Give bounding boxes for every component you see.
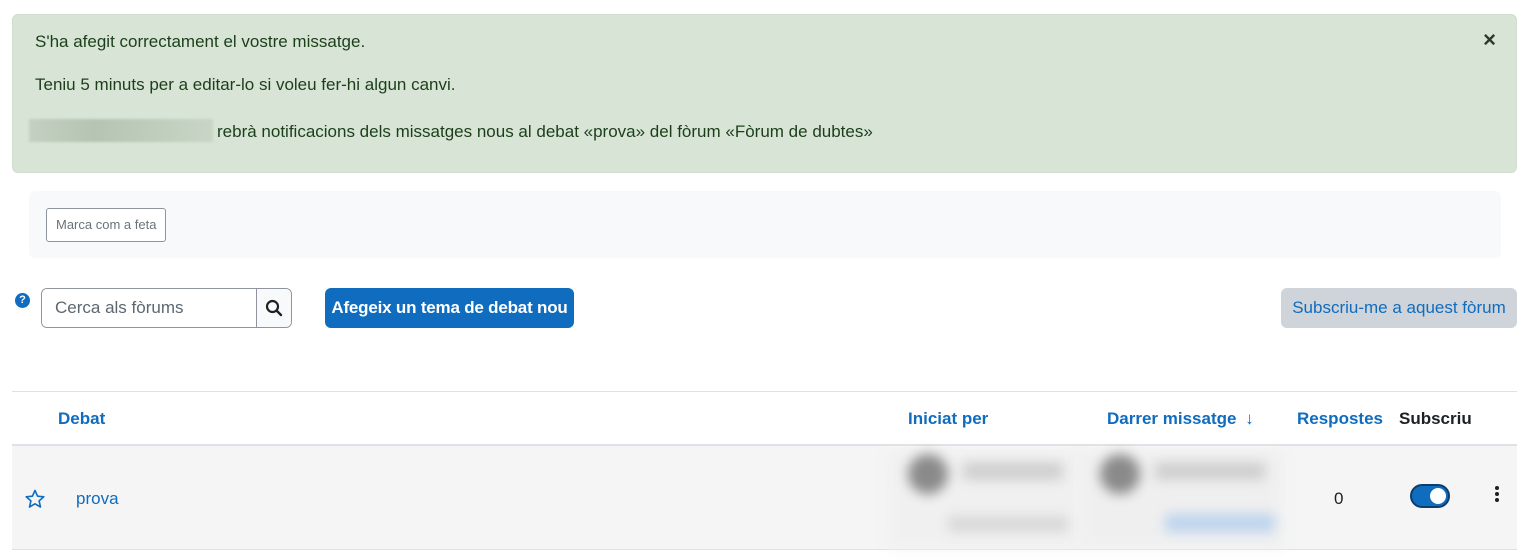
alert-notification-text: rebrà notificacions dels missatges nous … (217, 122, 873, 141)
alert-message-posted: S'ha afegit correctament el vostre missa… (35, 32, 366, 51)
header-discussion[interactable]: Debat (58, 409, 105, 429)
help-icon[interactable]: ? (15, 293, 30, 308)
redacted-last-post (1080, 452, 1282, 548)
star-icon[interactable] (25, 489, 45, 514)
redacted-user-name (29, 119, 213, 142)
header-last-post[interactable]: Darrer missatge ↓ (1107, 409, 1254, 429)
search-button[interactable] (256, 289, 291, 327)
header-replies[interactable]: Respostes (1297, 409, 1383, 429)
discussion-link[interactable]: prova (76, 489, 119, 509)
header-last-post-label: Darrer missatge (1107, 409, 1237, 428)
table-header: Debat Iniciat per Darrer missatge ↓ Resp… (12, 392, 1517, 446)
alert-message-notifications: rebrà notificacions dels missatges nous … (29, 119, 873, 142)
redacted-started-by (888, 452, 1078, 548)
subscribe-forum-button[interactable]: Subscriu-me a aquest fòrum (1281, 288, 1517, 328)
alert-message-edit-time: Teniu 5 minuts per a editar-lo si voleu … (35, 75, 456, 94)
star-outline-icon (25, 489, 45, 508)
add-discussion-button[interactable]: Afegeix un tema de debat nou (325, 288, 574, 328)
forum-search (41, 288, 292, 328)
header-subscribe: Subscriu (1399, 409, 1472, 428)
sort-arrow-icon: ↓ (1245, 409, 1254, 428)
search-input[interactable] (42, 289, 256, 327)
replies-count: 0 (1334, 489, 1344, 508)
mark-as-done-button[interactable]: Marca com a feta (46, 208, 167, 242)
discussion-table: Debat Iniciat per Darrer missatge ↓ Resp… (12, 391, 1517, 550)
table-row: prova 0 (12, 446, 1517, 550)
activity-completion-bar: Marca com a feta (29, 191, 1501, 258)
toggle-knob (1430, 488, 1446, 504)
subscribe-toggle[interactable] (1410, 484, 1450, 508)
header-started-by[interactable]: Iniciat per (908, 409, 988, 429)
more-actions-icon[interactable] (1493, 486, 1501, 506)
close-icon[interactable]: × (1483, 29, 1496, 51)
success-alert: S'ha afegit correctament el vostre missa… (12, 14, 1517, 173)
search-icon (265, 299, 283, 317)
